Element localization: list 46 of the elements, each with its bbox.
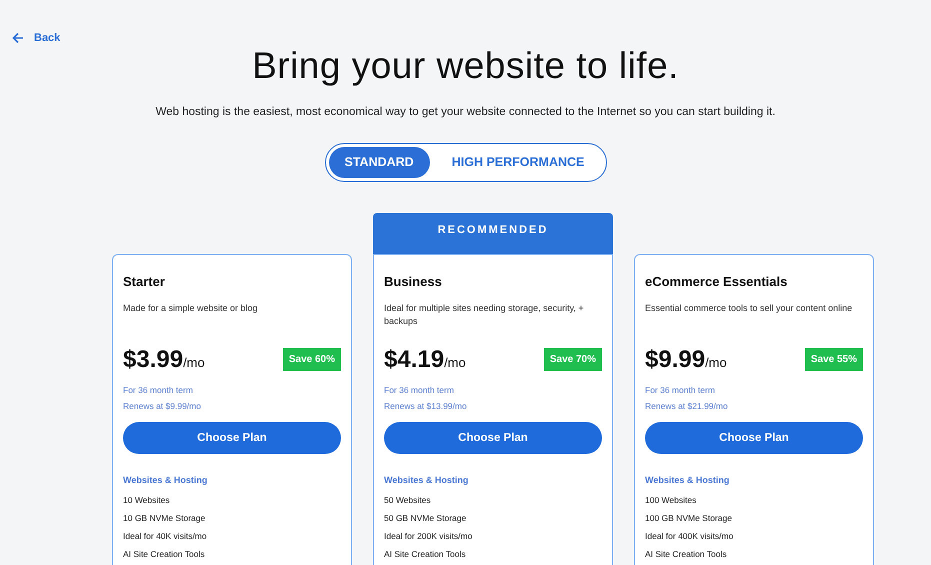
- page-title: Bring your website to life.: [252, 44, 679, 88]
- plan-type-tab[interactable]: HIGH PERFORMANCE: [430, 147, 606, 178]
- price-unit: /mo: [183, 354, 205, 372]
- feature-section-heading: Websites & Hosting: [645, 474, 730, 488]
- plan-term: For 36 month term: [384, 384, 455, 396]
- discount-badge: Save 55%: [804, 348, 863, 372]
- renewal-price: Renews at $21.99/mo: [645, 400, 729, 412]
- plan-price: $3.99: [123, 344, 184, 375]
- renewal-price: Renews at $13.99/mo: [384, 400, 468, 412]
- plan-term: For 36 month term: [645, 384, 716, 396]
- feature-item: 10 GB NVMe Storage: [123, 512, 206, 524]
- feature-item: Ideal for 200K visits/mo: [384, 530, 474, 542]
- price-unit: /mo: [705, 354, 727, 372]
- feature-item: 50 GB NVMe Storage: [384, 512, 468, 524]
- plan-description: Essential commerce tools to sell your content online: [645, 302, 854, 315]
- plan-description: Made for a simple website or blog: [123, 302, 259, 315]
- feature-section-heading: Websites & Hosting: [123, 474, 208, 488]
- page-subtitle: Web hosting is the easiest, most economical way to get your website connected to the Internet so you can start building it.: [156, 105, 776, 120]
- discount-badge: Save 60%: [282, 348, 341, 372]
- feature-item: AI Site Creation Tools: [645, 548, 728, 560]
- plan-name: Starter: [123, 273, 166, 292]
- discount-badge: Save 70%: [544, 348, 602, 372]
- plan-name: Business: [384, 273, 443, 292]
- choose-plan-button[interactable]: Choose Plan: [123, 422, 341, 454]
- recommended-banner: RECOMMENDED: [373, 213, 613, 254]
- arrow-left-icon: [12, 32, 24, 44]
- back-link[interactable]: Back: [12, 30, 60, 46]
- price-unit: /mo: [444, 354, 466, 372]
- feature-item: 100 GB NVMe Storage: [645, 512, 733, 524]
- plan-term: For 36 month term: [123, 384, 194, 396]
- feature-section-heading: Websites & Hosting: [384, 474, 470, 488]
- plan-description: Ideal for multiple sites needing storage, security, + backups: [384, 302, 585, 328]
- choose-plan-button[interactable]: Choose Plan: [384, 422, 602, 454]
- choose-plan-button[interactable]: Choose Plan: [645, 422, 863, 454]
- plan-name: eCommerce Essentials: [645, 273, 788, 292]
- feature-item: AI Site Creation Tools: [123, 548, 206, 560]
- feature-item: 10 Websites: [123, 494, 171, 506]
- plan-type-tab[interactable]: STANDARD: [328, 147, 430, 178]
- feature-item: Ideal for 40K visits/mo: [123, 530, 208, 542]
- feature-item: 50 Websites: [384, 494, 432, 506]
- plan-price: $9.99: [645, 344, 706, 375]
- feature-item: 100 Websites: [645, 494, 698, 506]
- renewal-price: Renews at $9.99/mo: [123, 400, 202, 412]
- feature-item: Ideal for 400K visits/mo: [645, 530, 734, 542]
- plan-price: $4.19: [384, 344, 444, 375]
- feature-item: AI Site Creation Tools: [384, 548, 467, 560]
